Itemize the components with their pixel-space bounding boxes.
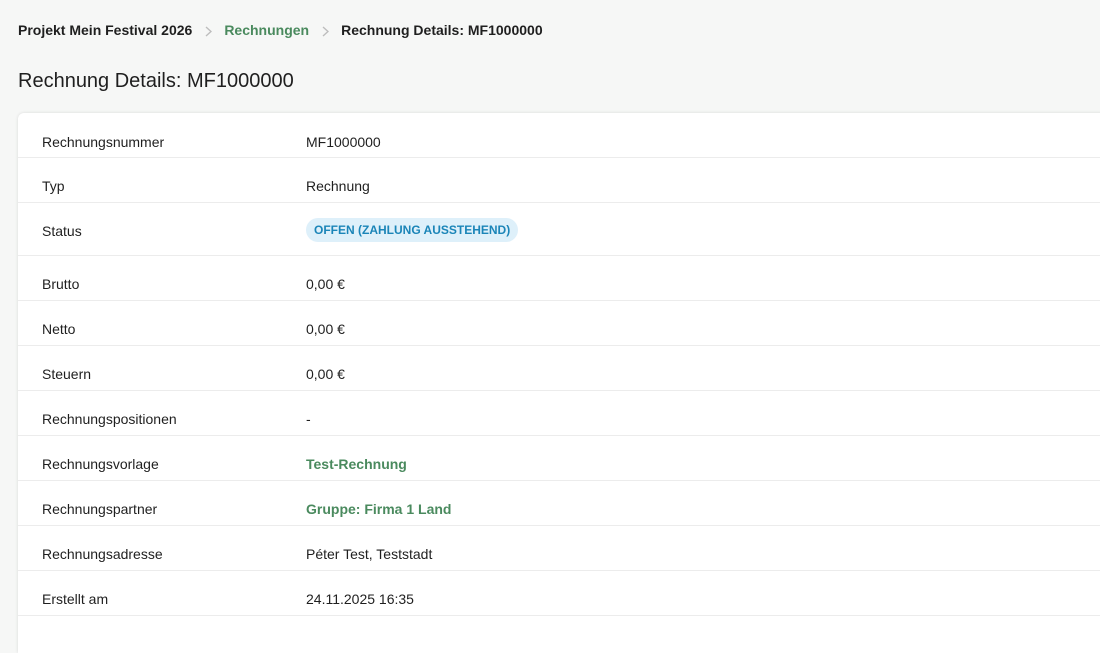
status-badge: OFFEN (ZAHLUNG AUSSTEHEND) bbox=[306, 218, 519, 242]
row-value: MF1000000 bbox=[306, 134, 381, 150]
detail-row-erstellt-am: Erstellt am 24.11.2025 16:35 bbox=[18, 571, 1100, 616]
rechnungsvorlage-link[interactable]: Test-Rechnung bbox=[306, 456, 407, 472]
row-value: Rechnung bbox=[306, 178, 370, 194]
detail-row-rechnungsnummer: Rechnungsnummer MF1000000 bbox=[18, 113, 1100, 158]
row-label: Rechnungsvorlage bbox=[42, 456, 159, 472]
breadcrumb-project[interactable]: Projekt Mein Festival 2026 bbox=[18, 22, 192, 38]
row-label: Status bbox=[42, 223, 82, 239]
page-title: Rechnung Details: MF1000000 bbox=[18, 70, 294, 92]
row-label: Rechnungspartner bbox=[42, 501, 158, 517]
detail-row-typ: Typ Rechnung bbox=[18, 158, 1100, 203]
row-value: Péter Test, Teststadt bbox=[306, 546, 433, 562]
detail-row-rechnungspartner: Rechnungspartner Gruppe: Firma 1 Land bbox=[18, 481, 1100, 526]
row-label: Typ bbox=[42, 178, 65, 194]
row-value: 24.11.2025 16:35 bbox=[306, 591, 414, 607]
breadcrumb: Projekt Mein Festival 2026 Rechnungen Re… bbox=[18, 20, 543, 40]
row-value: 0,00 € bbox=[306, 276, 345, 292]
chevron-right-icon bbox=[309, 22, 341, 38]
detail-row-status: Status OFFEN (ZAHLUNG AUSSTEHEND) bbox=[18, 203, 1100, 256]
detail-row-rechnungsvorlage: Rechnungsvorlage Test-Rechnung bbox=[18, 436, 1100, 481]
row-label: Rechnungsnummer bbox=[42, 134, 165, 150]
breadcrumb-rechnungen-link[interactable]: Rechnungen bbox=[224, 22, 309, 38]
detail-row-steuern: Steuern 0,00 € bbox=[18, 346, 1100, 391]
detail-row-netto: Netto 0,00 € bbox=[18, 301, 1100, 346]
details-card: Rechnungsnummer MF1000000 Typ Rechnung S… bbox=[18, 113, 1100, 653]
row-label: Steuern bbox=[42, 366, 92, 382]
detail-row-rechnungsadresse: Rechnungsadresse Péter Test, Teststadt bbox=[18, 526, 1100, 571]
rechnungspartner-link[interactable]: Gruppe: Firma 1 Land bbox=[306, 501, 451, 517]
row-label: Rechnungsadresse bbox=[42, 546, 163, 562]
breadcrumb-current: Rechnung Details: MF1000000 bbox=[341, 22, 543, 38]
row-label: Netto bbox=[42, 321, 76, 337]
detail-row-brutto: Brutto 0,00 € bbox=[18, 256, 1100, 301]
detail-row-rechnungspositionen: Rechnungspositionen - bbox=[18, 391, 1100, 436]
row-value: - bbox=[306, 411, 311, 427]
row-label: Rechnungspositionen bbox=[42, 411, 177, 427]
row-label: Erstellt am bbox=[42, 591, 109, 607]
chevron-right-icon bbox=[192, 22, 224, 38]
row-value: 0,00 € bbox=[306, 321, 345, 337]
row-value: 0,00 € bbox=[306, 366, 345, 382]
row-label: Brutto bbox=[42, 276, 80, 292]
